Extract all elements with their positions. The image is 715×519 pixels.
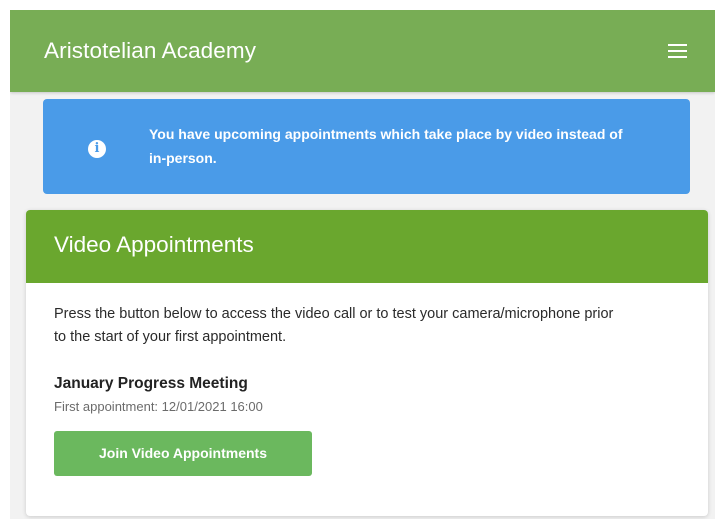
card-description: Press the button below to access the vid… xyxy=(54,306,614,345)
meeting-name: January Progress Meeting xyxy=(54,375,248,392)
alert-message: You have upcoming appointments which tak… xyxy=(149,126,623,166)
menu-bar-line xyxy=(668,50,687,52)
video-appointments-card: Video Appointments Press the button belo… xyxy=(26,210,708,516)
site-title[interactable]: Aristotelian Academy xyxy=(44,36,256,66)
card-header: Video Appointments xyxy=(26,210,708,283)
video-appointments-alert: i You have upcoming appointments which t… xyxy=(43,99,690,194)
menu-bar-line xyxy=(668,44,687,46)
info-icon: i xyxy=(88,140,106,158)
page-background: Aristotelian Academy i You have upcoming… xyxy=(10,10,715,519)
menu-bar-line xyxy=(668,56,687,58)
first-appointment-time: First appointment: 12/01/2021 16:00 xyxy=(54,399,263,414)
join-video-appointments-button[interactable]: Join Video Appointments xyxy=(54,431,312,476)
top-navbar: Aristotelian Academy xyxy=(10,10,715,92)
card-title: Video Appointments xyxy=(54,232,254,257)
hamburger-menu-icon[interactable] xyxy=(668,44,687,58)
